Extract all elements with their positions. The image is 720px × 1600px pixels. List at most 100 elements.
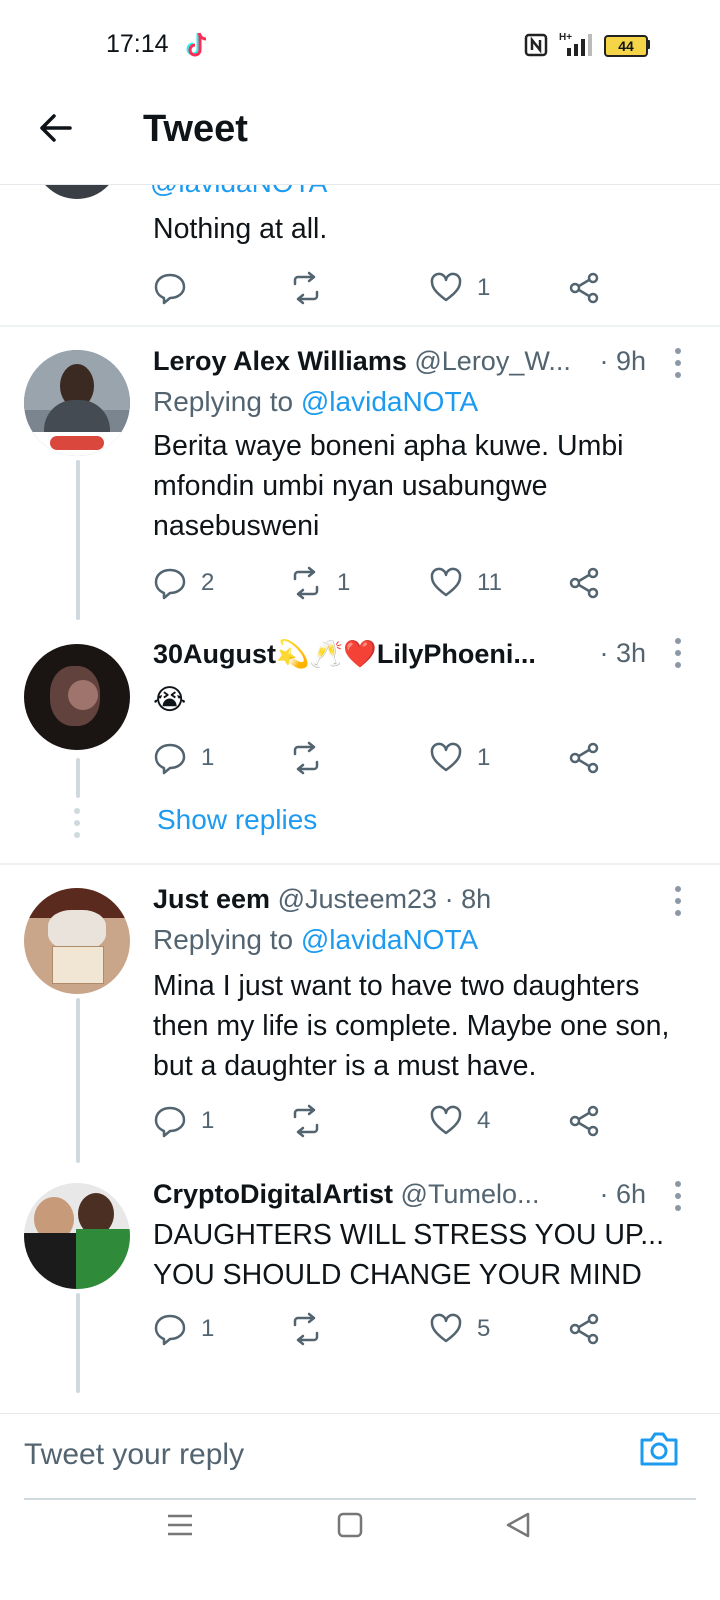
reply-input[interactable]: Tweet your reply xyxy=(24,1438,244,1472)
tweet-time: · 9h xyxy=(599,346,646,376)
reply-button[interactable]: 2 xyxy=(153,563,214,603)
tweet-justeem[interactable]: Just eem @Justeem23 · 8h Replying to @la… xyxy=(0,866,720,1163)
camera-icon[interactable] xyxy=(638,1428,680,1470)
reply-button[interactable] xyxy=(153,268,187,308)
mention-link[interactable]: @lavidaNOTA xyxy=(150,185,327,199)
app-header: Tweet xyxy=(0,90,720,185)
system-nav-bar xyxy=(0,1503,720,1600)
avatar[interactable] xyxy=(24,888,130,994)
retweet-button[interactable]: 1 xyxy=(289,563,350,603)
tweet-header: CryptoDigitalArtist @Tumelo... xyxy=(153,1179,539,1210)
thread-line xyxy=(76,998,80,1163)
mention-link[interactable]: @lavidaNOTA xyxy=(301,924,478,955)
tweet-time: · 8h xyxy=(444,884,492,914)
back-arrow-icon[interactable] xyxy=(36,108,76,148)
reply-composer: Tweet your reply xyxy=(0,1413,720,1504)
like-icon xyxy=(430,742,462,772)
tiktok-icon xyxy=(186,32,207,57)
tweet-leroy[interactable]: Leroy Alex Williams @Leroy_W... · 9h Rep… xyxy=(0,328,720,620)
share-button[interactable] xyxy=(567,268,601,308)
svg-text:H+: H+ xyxy=(559,32,572,43)
retweet-button[interactable] xyxy=(289,268,323,308)
avatar[interactable] xyxy=(24,644,130,750)
tweet-header: Leroy Alex Williams @Leroy_W... xyxy=(153,346,571,377)
reply-count: 1 xyxy=(201,744,215,771)
divider xyxy=(0,863,720,865)
like-count: 5 xyxy=(477,1315,491,1342)
avatar[interactable] xyxy=(24,1183,130,1289)
display-name[interactable]: Leroy Alex Williams xyxy=(153,346,407,376)
battery-tip xyxy=(647,40,650,49)
username[interactable]: @Leroy_W... xyxy=(414,346,570,376)
avatar[interactable] xyxy=(24,350,130,456)
reply-button[interactable]: 1 xyxy=(153,738,214,778)
retweet-icon xyxy=(293,741,319,775)
reply-icon xyxy=(154,743,186,775)
nav-back-icon[interactable] xyxy=(504,1511,532,1539)
display-name[interactable]: Just eem xyxy=(153,884,270,914)
display-name[interactable]: 30August xyxy=(153,639,276,669)
home-icon[interactable] xyxy=(336,1511,364,1539)
name-emoji: 💫🥂❤️ xyxy=(276,639,377,669)
retweet-button[interactable] xyxy=(289,738,323,778)
tweet-time: · 3h xyxy=(599,638,646,668)
replying-to: Replying to @lavidaNOTA xyxy=(153,386,478,418)
username[interactable]: @Justeem23 xyxy=(278,884,437,914)
tweet-partial[interactable]: @lavidaNOTA Nothing at all. 1 xyxy=(0,185,720,325)
more-icon[interactable] xyxy=(675,348,681,384)
display-name[interactable]: CryptoDigitalArtist xyxy=(153,1179,393,1209)
page-title: Tweet xyxy=(143,108,248,150)
retweet-icon xyxy=(293,1104,319,1138)
reply-count: 2 xyxy=(201,569,215,596)
tweet-30august[interactable]: 30August💫🥂❤️LilyPhoeni... · 3h 😭 1 1 Sho… xyxy=(0,618,720,863)
tweet-cryptodigitalartist[interactable]: CryptoDigitalArtist @Tumelo... · 6h DAUG… xyxy=(0,1161,720,1413)
divider xyxy=(0,325,720,327)
like-count: 1 xyxy=(477,744,491,771)
reply-icon xyxy=(154,1314,186,1346)
more-icon[interactable] xyxy=(675,1181,681,1217)
username[interactable]: @Tumelo... xyxy=(401,1179,540,1209)
tweet-text: 😭 xyxy=(153,684,187,716)
tweet-text: Berita waye boneni apha kuwe. Umbi mfond… xyxy=(153,430,624,542)
share-icon xyxy=(569,1105,599,1137)
nfc-icon xyxy=(524,33,548,57)
like-icon xyxy=(430,1313,462,1343)
replying-prefix: Replying to xyxy=(153,386,301,417)
more-icon[interactable] xyxy=(675,886,681,922)
thread-dots xyxy=(74,808,80,844)
retweet-button[interactable] xyxy=(289,1309,323,1349)
avatar[interactable] xyxy=(34,185,120,199)
tweet-actions: 1 1 xyxy=(153,738,693,778)
thread-line xyxy=(76,460,80,620)
reply-button[interactable]: 1 xyxy=(153,1101,214,1141)
reply-count: 1 xyxy=(201,1315,215,1342)
like-button[interactable]: 11 xyxy=(429,563,502,603)
share-icon xyxy=(569,272,599,304)
reply-button[interactable]: 1 xyxy=(153,1309,214,1349)
tweet-text: DAUGHTERS WILL STRESS YOU UP... YOU SHOU… xyxy=(153,1219,665,1291)
share-button[interactable] xyxy=(567,738,601,778)
tweet-actions: 1 xyxy=(153,268,693,308)
like-button[interactable]: 5 xyxy=(429,1309,490,1349)
status-bar: 17:14 H+ 44 xyxy=(0,0,720,90)
more-icon[interactable] xyxy=(675,638,681,674)
retweet-button[interactable] xyxy=(289,1101,323,1141)
mention-link[interactable]: @lavidaNOTA xyxy=(301,386,478,417)
share-button[interactable] xyxy=(567,1309,601,1349)
display-name-suffix[interactable]: LilyPhoeni... xyxy=(377,639,536,669)
tweet-actions: 1 4 xyxy=(153,1101,693,1141)
share-button[interactable] xyxy=(567,563,601,603)
tweet-actions: 2 1 11 xyxy=(153,563,693,603)
menu-icon[interactable] xyxy=(166,1511,194,1539)
show-replies-link[interactable]: Show replies xyxy=(157,804,317,836)
replying-to: Replying to @lavidaNOTA xyxy=(153,924,478,956)
like-button[interactable]: 1 xyxy=(429,738,490,778)
like-button[interactable]: 4 xyxy=(429,1101,490,1141)
reply-underline xyxy=(24,1498,696,1500)
reply-icon xyxy=(154,1106,186,1138)
retweet-count: 1 xyxy=(337,569,351,596)
share-icon xyxy=(569,1313,599,1345)
like-button[interactable]: 1 xyxy=(429,268,490,308)
share-button[interactable] xyxy=(567,1101,601,1141)
tweet-thread: @lavidaNOTA Nothing at all. 1 xyxy=(0,185,720,1413)
